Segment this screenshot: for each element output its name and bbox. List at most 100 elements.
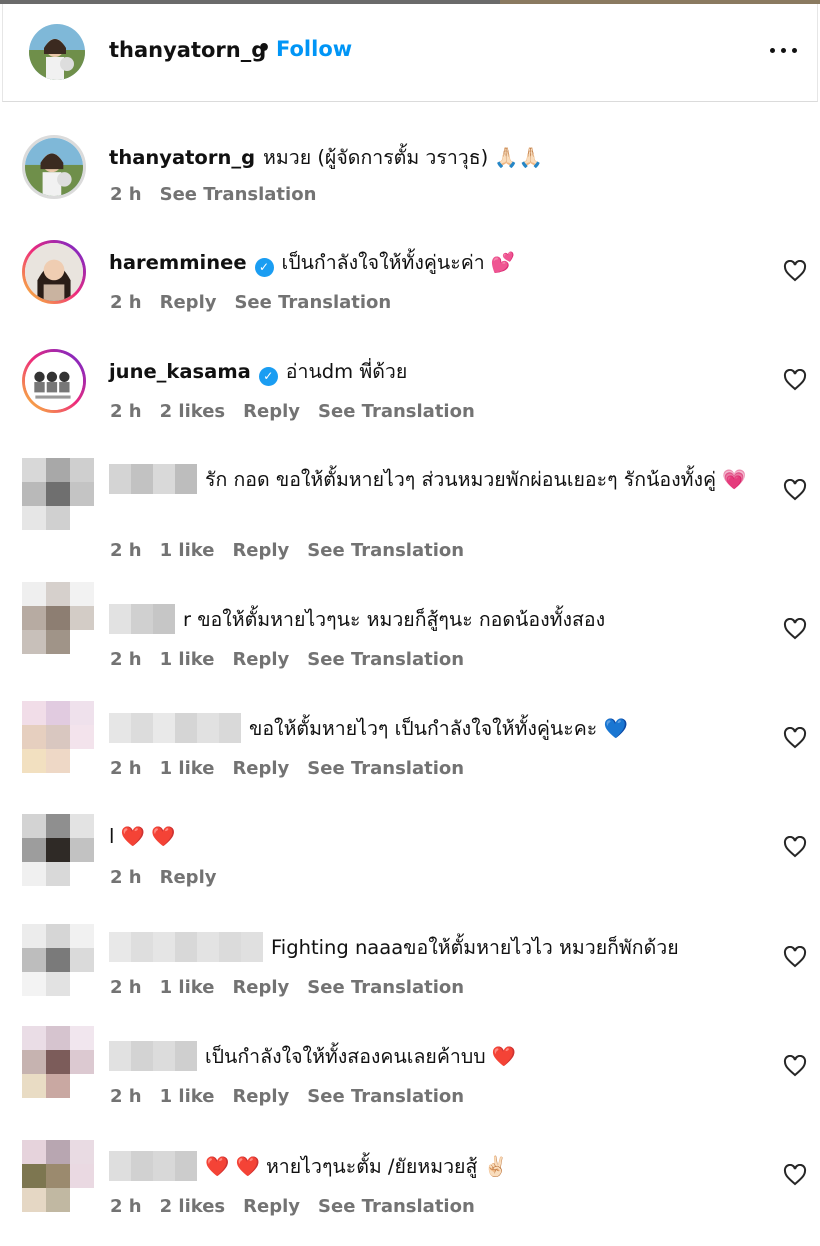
reply-button[interactable]: Reply [232,758,289,779]
reply-button[interactable]: Reply [232,977,289,998]
comment-item: Fighting naaaขอให้ตั้มหายไวไว หมวยก็พักด… [0,924,820,1033]
comment-body: หมวย (ผู้จัดการตั้ม วราวุธ) 🙏🏻🙏🏻 [263,146,543,169]
comment-text: l ❤️ ❤️ [109,822,749,852]
comment-meta: 2 h Reply [110,867,234,888]
avatar[interactable] [22,135,86,199]
comment-time: 2 h [110,184,142,205]
blurred-username[interactable] [109,604,175,634]
comment-username[interactable]: june_kasama [109,360,251,383]
reply-button[interactable]: Reply [243,1196,300,1217]
comment-username[interactable]: thanyatorn_g [109,146,255,169]
comment-item: ขอให้ตั้มหายไวๆ เป็นกำลังใจให้ทั้งคู่นะค… [0,701,820,810]
comment-time: 2 h [110,977,142,998]
heart-like-icon[interactable] [783,369,807,391]
like-count[interactable]: 1 like [160,758,215,779]
comment-body: เป็นกำลังใจให้ทั้งสองคนเลยค้าบบ ❤️ [205,1045,517,1068]
comment-time: 2 h [110,1196,142,1217]
see-translation-link[interactable]: See Translation [234,292,391,313]
avatar[interactable] [29,24,85,80]
like-count[interactable]: 1 like [160,540,215,561]
heart-like-icon[interactable] [783,1055,807,1077]
reply-button[interactable]: Reply [160,867,217,888]
reply-button[interactable]: Reply [232,1086,289,1107]
heart-like-icon[interactable] [783,260,807,282]
comment-username[interactable]: haremminee [109,251,247,274]
blurred-username[interactable] [109,932,263,962]
blurred-avatar[interactable] [22,1026,98,1100]
heart-like-icon[interactable] [783,727,807,749]
like-count[interactable]: 1 like [160,1086,215,1107]
comment-item: รัก กอด ขอให้ตั้มหายไวๆ ส่วนหมวยพักผ่อนเ… [0,458,820,567]
reply-button[interactable]: Reply [232,540,289,561]
follow-button[interactable]: Follow [276,37,352,61]
blurred-avatar[interactable] [22,814,98,888]
comment-item: r ขอให้ตั้มหายไวๆนะ หมวยก็สู้ๆนะ กอดน้อง… [0,582,820,691]
comment-time: 2 h [110,292,142,313]
comment-meta: 2 h 2 likes Reply See Translation [110,1196,493,1217]
verified-badge-icon: ✓ [254,258,274,277]
blurred-username[interactable] [109,713,241,743]
post-header: thanyatorn_g • Follow [2,4,818,102]
avatar[interactable] [22,349,86,413]
comment-item: june_kasama ✓ อ่านdm พี่ด้วย 2 h 2 likes Rep… [0,349,820,458]
comment-item: ❤️ ❤️ หายไวๆนะตั้ม /ยัยหมวยสู้ ✌🏻 2 h 2 l… [0,1140,820,1246]
see-translation-link[interactable]: See Translation [307,977,464,998]
blurred-username[interactable] [109,1151,197,1181]
see-translation-link[interactable]: See Translation [307,758,464,779]
see-translation-link[interactable]: See Translation [307,1086,464,1107]
comment-meta: 2 h 1 like Reply See Translation [110,758,482,779]
comment-body: r ขอให้ตั้มหายไวๆนะ หมวยก็สู้ๆนะ กอดน้อง… [183,608,606,631]
blurred-avatar[interactable] [22,582,98,656]
like-count[interactable]: 2 likes [160,401,226,422]
header-username[interactable]: thanyatorn_g [109,38,266,62]
comment-body: อ่านdm พี่ด้วย [285,360,408,383]
comment-body: Fighting naaaขอให้ตั้มหายไวไว หมวยก็พักด… [271,936,679,959]
separator-dot: • [257,36,272,61]
caption-comment: thanyatorn_g หมวย (ผู้จัดการตั้ม วราวุธ) … [0,135,820,244]
comment-time: 2 h [110,401,142,422]
blurred-avatar[interactable] [22,701,98,775]
heart-like-icon[interactable] [783,946,807,968]
heart-like-icon[interactable] [783,836,807,858]
see-translation-link[interactable]: See Translation [160,184,317,205]
comment-text: รัก กอด ขอให้ตั้มหายไวๆ ส่วนหมวยพักผ่อนเ… [109,464,749,495]
blurred-avatar[interactable] [22,1140,98,1214]
see-translation-link[interactable]: See Translation [318,401,475,422]
comment-text: เป็นกำลังใจให้ทั้งสองคนเลยค้าบบ ❤️ [109,1041,749,1072]
comment-meta: 2 h See Translation [110,184,334,205]
blurred-avatar[interactable] [22,924,98,998]
blurred-avatar[interactable] [22,458,98,532]
comment-item: haremminee ✓ เป็นกำลังใจให้ทั้งคู่นะค่า 💕 … [0,240,820,349]
like-count[interactable]: 2 likes [160,1196,226,1217]
heart-like-icon[interactable] [783,1164,807,1186]
comment-time: 2 h [110,867,142,888]
heart-like-icon[interactable] [783,618,807,640]
comment-text: ❤️ ❤️ หายไวๆนะตั้ม /ยัยหมวยสู้ ✌🏻 [109,1151,749,1182]
see-translation-link[interactable]: See Translation [307,540,464,561]
comment-meta: 2 h 1 like Reply See Translation [110,1086,482,1107]
avatar[interactable] [22,240,86,304]
comment-text: thanyatorn_g หมวย (ผู้จัดการตั้ม วราวุธ) … [109,143,749,173]
like-count[interactable]: 1 like [160,977,215,998]
comment-text: ขอให้ตั้มหายไวๆ เป็นกำลังใจให้ทั้งคู่นะค… [109,713,749,744]
reply-button[interactable]: Reply [232,649,289,670]
more-options-icon[interactable] [767,34,801,64]
blurred-username[interactable] [109,1041,197,1071]
reply-button[interactable]: Reply [160,292,217,313]
comment-item: เป็นกำลังใจให้ทั้งสองคนเลยค้าบบ ❤️ 2 h 1 … [0,1026,820,1135]
like-count[interactable]: 1 like [160,649,215,670]
see-translation-link[interactable]: See Translation [307,649,464,670]
comment-meta: 2 h Reply See Translation [110,292,409,313]
reply-button[interactable]: Reply [243,401,300,422]
comment-meta: 2 h 1 like Reply See Translation [110,540,482,561]
comment-text: haremminee ✓ เป็นกำลังใจให้ทั้งคู่นะค่า 💕 [109,248,749,278]
comment-item: l ❤️ ❤️ 2 h Reply [0,814,820,923]
see-translation-link[interactable]: See Translation [318,1196,475,1217]
comment-time: 2 h [110,540,142,561]
heart-like-icon[interactable] [783,479,807,501]
comment-text: Fighting naaaขอให้ตั้มหายไวไว หมวยก็พักด… [109,932,749,963]
comment-meta: 2 h 1 like Reply See Translation [110,977,482,998]
comment-body: ❤️ ❤️ หายไวๆนะตั้ม /ยัยหมวยสู้ ✌🏻 [205,1155,508,1178]
blurred-username[interactable] [109,464,197,494]
comment-time: 2 h [110,1086,142,1107]
